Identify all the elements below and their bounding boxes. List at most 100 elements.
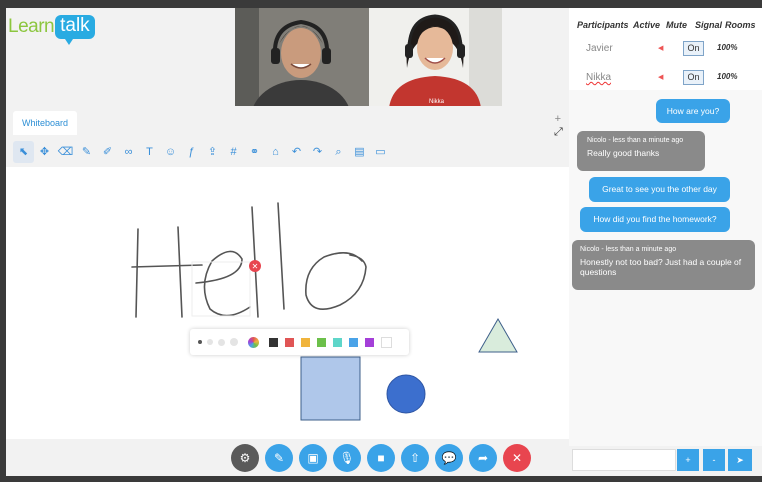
- end-call-button[interactable]: ✕: [503, 444, 531, 472]
- add-tab-button[interactable]: +: [555, 113, 561, 125]
- classroom-panel: Learn talk Nikka Whiteboard + ⤢ ⬉ ✥ ⌫ ✎ …: [6, 8, 569, 476]
- chat-icon: 💬: [441, 451, 457, 465]
- camera-button[interactable]: ■: [367, 444, 395, 472]
- mic-button[interactable]: 🎙: [333, 444, 361, 472]
- color-wheel-icon[interactable]: [248, 336, 259, 348]
- whiteboard-tab-bar: Whiteboard +: [6, 106, 569, 135]
- color-swatch[interactable]: [317, 337, 326, 347]
- chat-message-text: Really good thanks: [587, 148, 660, 158]
- increase-font-button[interactable]: +: [677, 449, 699, 471]
- video-feed-javier: [235, 8, 369, 108]
- pencil-icon: ✎: [273, 451, 285, 465]
- color-swatch[interactable]: [269, 337, 278, 347]
- circle-shape[interactable]: [386, 374, 426, 414]
- color-palette: [190, 329, 409, 355]
- zoom-tool-icon[interactable]: ⌕: [328, 141, 349, 163]
- stroke-e: [195, 250, 251, 317]
- share-arrow-icon: ➦: [477, 451, 489, 465]
- delete-selection-glyph: ✕: [252, 262, 259, 271]
- chat-input-bar: + - ➤: [569, 446, 762, 476]
- emoji-tool-icon[interactable]: ☺: [160, 141, 181, 163]
- settings-button[interactable]: ⚙: [231, 444, 259, 472]
- chat-message-me: Great to see you the other day: [589, 177, 730, 202]
- chain-tool-icon[interactable]: ⚭: [244, 141, 265, 163]
- header-mute: Mute: [666, 20, 687, 30]
- screen-tool-icon[interactable]: ▭: [370, 141, 391, 163]
- header-rooms: Rooms: [725, 20, 756, 30]
- chat-message-me: How did you find the homework?: [580, 207, 730, 232]
- app-window: Learn talk Nikka Whiteboard + ⤢ ⬉ ✥ ⌫ ✎ …: [0, 0, 762, 482]
- brush-size-3[interactable]: [218, 338, 225, 346]
- brush-size-1[interactable]: [198, 340, 202, 344]
- link-tool-icon[interactable]: ∞: [118, 141, 139, 163]
- upload-icon: ⇧: [409, 451, 421, 465]
- triangle-shape[interactable]: [478, 317, 518, 353]
- active-toggle[interactable]: On: [683, 41, 704, 56]
- stroke-h-right: [177, 226, 183, 318]
- color-swatch[interactable]: [333, 337, 342, 347]
- delete-tool-icon[interactable]: ⌂: [265, 141, 286, 163]
- chat-message-meta: Nicolo - less than a minute ago: [580, 246, 677, 253]
- participant-row: Javier ◀ On 100%: [569, 39, 762, 61]
- select-tool-icon[interactable]: ⬉: [13, 141, 34, 163]
- picture-icon: ▣: [307, 451, 319, 465]
- color-swatch[interactable]: [285, 337, 294, 347]
- text-tool-icon[interactable]: T: [139, 141, 160, 163]
- bottom-control-bar: ⚙ ✎ ▣ 🎙 ■ ⇧ 💬 ➦ ✕: [6, 439, 569, 476]
- chat-message-me: How are you?: [656, 99, 730, 123]
- whiteboard-button[interactable]: ▣: [299, 444, 327, 472]
- participant-name: Nikka: [586, 72, 612, 83]
- square-shape[interactable]: [300, 356, 361, 421]
- color-swatch[interactable]: [381, 336, 392, 348]
- tab-whiteboard[interactable]: Whiteboard: [13, 111, 78, 135]
- chat-message-them: Nicolo - less than a minute ago Honestly…: [572, 240, 755, 290]
- grid-tool-icon[interactable]: #: [223, 141, 244, 163]
- brush-size-4[interactable]: [230, 338, 238, 346]
- stroke-h-left: [135, 228, 139, 318]
- mute-icon[interactable]: ◀: [658, 44, 663, 52]
- close-icon: ✕: [511, 451, 523, 465]
- brush-size-2[interactable]: [207, 339, 213, 345]
- eraser-tool-icon[interactable]: ⌫: [55, 141, 76, 163]
- color-swatches: [269, 336, 399, 348]
- color-swatch[interactable]: [365, 337, 374, 347]
- stroke-o: [305, 252, 367, 311]
- upload-tool-icon[interactable]: ⇪: [202, 141, 223, 163]
- chat-message-input[interactable]: [572, 449, 676, 471]
- share-button[interactable]: ➦: [469, 444, 497, 472]
- whiteboard-toolbar: ⬉ ✥ ⌫ ✎ ✐ ∞ T ☺ ƒ ⇪ # ⚭ ⌂ ↶ ↷ ⌕ ▤ ▭: [6, 139, 569, 165]
- undo-tool-icon[interactable]: ↶: [286, 141, 307, 163]
- selection-box: [191, 261, 251, 317]
- video-person-nikka: [369, 8, 502, 108]
- video-feed-nikka: Nikka: [369, 8, 502, 108]
- hello-handwriting: [131, 202, 367, 318]
- chat-message-meta: Nicolo - less than a minute ago: [587, 137, 684, 144]
- header-signal: Signal: [695, 20, 723, 30]
- formula-tool-icon[interactable]: ƒ: [181, 141, 202, 163]
- whiteboard-canvas[interactable]: ✕: [6, 167, 569, 439]
- chat-message-text: Honestly not too bad? Just had a couple …: [580, 257, 742, 277]
- microphone-icon: 🎙: [339, 451, 355, 465]
- save-tool-icon[interactable]: ▤: [349, 141, 370, 163]
- move-tool-icon[interactable]: ✥: [34, 141, 55, 163]
- learntalk-logo: Learn talk: [8, 12, 95, 45]
- side-panel: Participants Active Mute Signal Rooms Ja…: [569, 8, 762, 476]
- header-active: Active: [633, 20, 661, 30]
- edit-button[interactable]: ✎: [265, 444, 293, 472]
- decrease-font-button[interactable]: -: [703, 449, 725, 471]
- active-toggle[interactable]: On: [683, 70, 704, 85]
- send-button[interactable]: ➤: [728, 449, 752, 471]
- screenshare-button[interactable]: ⇧: [401, 444, 429, 472]
- highlighter-tool-icon[interactable]: ✐: [97, 141, 118, 163]
- color-swatch[interactable]: [301, 337, 310, 347]
- pen-tool-icon[interactable]: ✎: [76, 141, 97, 163]
- chat-button[interactable]: 💬: [435, 444, 463, 472]
- color-swatch[interactable]: [349, 337, 358, 347]
- header-band: Learn talk Nikka: [6, 8, 569, 108]
- mute-icon[interactable]: ◀: [658, 73, 663, 81]
- video-name-label: Nikka: [428, 99, 444, 105]
- expand-icon[interactable]: ⤢: [554, 126, 563, 139]
- redo-tool-icon[interactable]: ↷: [307, 141, 328, 163]
- chat-message-them: Nicolo - less than a minute ago Really g…: [577, 131, 705, 171]
- logo-learn-text: Learn: [8, 16, 55, 37]
